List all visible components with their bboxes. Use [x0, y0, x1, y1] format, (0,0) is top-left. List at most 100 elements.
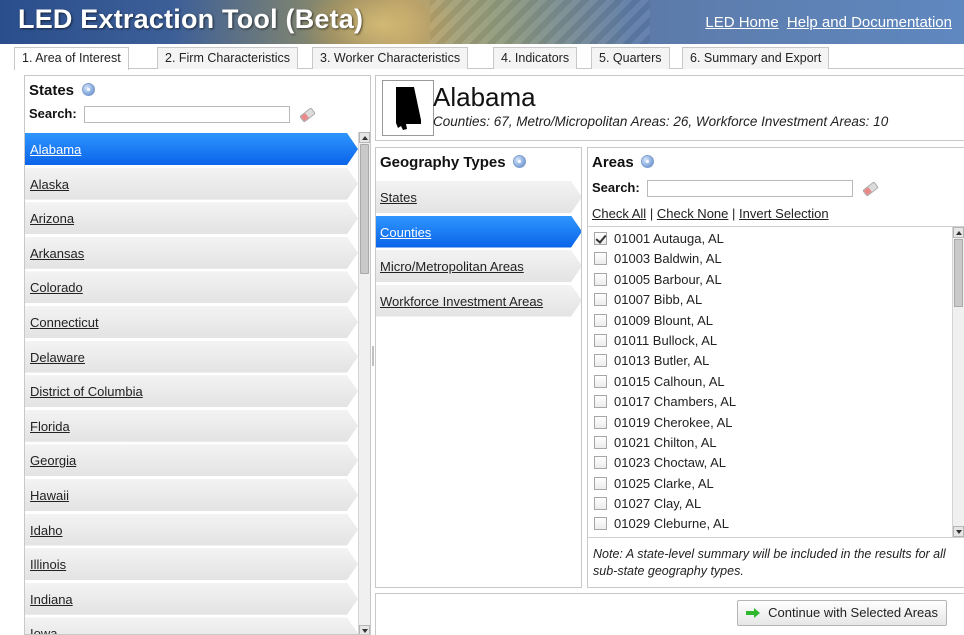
state-item-georgia[interactable]: Georgia [25, 443, 358, 478]
area-checkbox[interactable] [594, 476, 607, 490]
geography-types-list: States Counties Micro/Metropolitan Areas… [376, 180, 581, 319]
areas-title: Areas [592, 154, 634, 171]
states-scrollbar[interactable] [358, 132, 370, 634]
scrollbar-thumb[interactable] [954, 239, 963, 307]
geo-type-label: Micro/Metropolitan Areas [380, 259, 524, 274]
state-item-bg [25, 409, 358, 442]
list-item[interactable]: 01017 Chambers, AL [588, 392, 964, 412]
area-label: 01011 Bullock, AL [614, 332, 718, 348]
areas-panel: Areas Search: Check All | Check None | I… [587, 147, 964, 588]
states-panel-header: States [29, 82, 95, 99]
area-checkbox[interactable] [594, 354, 607, 368]
state-item-delaware[interactable]: Delaware [25, 340, 358, 375]
help-icon[interactable] [81, 83, 95, 96]
area-checkbox[interactable] [594, 435, 607, 449]
list-item[interactable]: 01005 Barbour, AL [588, 270, 964, 290]
list-item[interactable]: 01025 Clarke, AL [588, 474, 964, 494]
state-item-alabama[interactable]: Alabama [25, 132, 358, 167]
state-item-label: Connecticut [30, 314, 99, 330]
list-item[interactable]: 01027 Clay, AL [588, 494, 964, 514]
areas-search-label: Search: [592, 180, 640, 195]
geography-types-title: Geography Types [380, 154, 506, 171]
header-texture-decoration [430, 0, 650, 44]
scroll-up-arrow-icon[interactable] [359, 132, 370, 143]
tab-quarters[interactable]: 5. Quarters [591, 47, 670, 69]
tab-indicators[interactable]: 4. Indicators [493, 47, 578, 69]
state-item-district-of-columbia[interactable]: District of Columbia [25, 374, 358, 409]
tab-area-of-interest[interactable]: 1. Area of Interest [14, 47, 129, 70]
states-panel: States Search: Alabama Alaska Arizona Ar… [24, 75, 371, 635]
tab-worker-characteristics[interactable]: 3. Worker Characteristics [312, 47, 469, 69]
geo-type-counties[interactable]: Counties [376, 215, 581, 250]
state-item-connecticut[interactable]: Connecticut [25, 305, 358, 340]
help-documentation-link[interactable]: Help and Documentation [787, 14, 952, 31]
eraser-icon[interactable] [862, 180, 879, 197]
area-checkbox[interactable] [594, 517, 607, 531]
geo-type-workforce-areas[interactable]: Workforce Investment Areas [376, 284, 581, 319]
state-item-label: Alaska [30, 176, 70, 192]
selected-state-summary: Counties: 67, Metro/Micropolitan Areas: … [433, 114, 889, 129]
list-item[interactable]: 01023 Choctaw, AL [588, 453, 964, 473]
selected-state-name: Alabama [433, 82, 536, 112]
geo-type-metro-areas[interactable]: Micro/Metropolitan Areas [376, 249, 581, 284]
area-checkbox[interactable] [594, 333, 607, 347]
list-item[interactable]: 01019 Cherokee, AL [588, 413, 964, 433]
check-none-link[interactable]: Check None [657, 206, 729, 221]
scroll-down-arrow-icon[interactable] [953, 526, 964, 537]
list-item[interactable]: 01029 Cleburne, AL [588, 514, 964, 534]
tab-firm-characteristics[interactable]: 2. Firm Characteristics [157, 47, 299, 69]
area-label: 01023 Choctaw, AL [614, 455, 727, 471]
geo-type-label: Counties [380, 224, 432, 240]
area-checkbox[interactable] [594, 497, 607, 511]
area-checkbox[interactable] [594, 272, 607, 286]
list-item[interactable]: 01007 Bibb, AL [588, 290, 964, 310]
help-icon[interactable] [641, 155, 655, 168]
state-item-alaska[interactable]: Alaska [25, 167, 358, 202]
list-item[interactable]: 01021 Chilton, AL [588, 433, 964, 453]
state-item-label: Iowa [30, 626, 58, 635]
geo-type-states[interactable]: States [376, 180, 581, 215]
area-checkbox[interactable] [594, 293, 607, 307]
scroll-up-arrow-icon[interactable] [953, 227, 964, 238]
state-item-arkansas[interactable]: Arkansas [25, 236, 358, 271]
eraser-icon[interactable] [299, 106, 316, 123]
tab-summary-export[interactable]: 6. Summary and Export [682, 47, 830, 69]
area-checkbox[interactable] [594, 374, 607, 388]
area-checkbox[interactable] [594, 232, 607, 245]
areas-search-input[interactable] [647, 180, 854, 198]
list-item[interactable]: 01015 Calhoun, AL [588, 372, 964, 392]
states-search-input[interactable] [84, 106, 291, 124]
area-checkbox[interactable] [594, 415, 607, 429]
area-checkbox[interactable] [594, 252, 607, 266]
selected-state-header: Alabama Counties: 67, Metro/Micropolitan… [375, 75, 964, 141]
list-item[interactable]: 01003 Baldwin, AL [588, 249, 964, 269]
continue-button[interactable]: Continue with Selected Areas [737, 600, 947, 626]
area-label: 01015 Calhoun, AL [614, 373, 725, 389]
area-checkbox[interactable] [594, 395, 607, 409]
list-item[interactable]: 01011 Bullock, AL [588, 331, 964, 351]
led-home-link[interactable]: LED Home [705, 14, 778, 31]
state-item-florida[interactable]: Florida [25, 409, 358, 444]
scroll-down-arrow-icon[interactable] [359, 625, 370, 634]
check-all-link[interactable]: Check All [592, 206, 646, 221]
area-checkbox[interactable] [594, 456, 607, 470]
state-item-iowa[interactable]: Iowa [25, 616, 358, 635]
areas-scrollbar[interactable] [952, 227, 964, 537]
state-item-hawaii[interactable]: Hawaii [25, 478, 358, 513]
panel-resize-handle[interactable] [372, 346, 374, 366]
list-item[interactable]: 01013 Butler, AL [588, 351, 964, 371]
invert-selection-link[interactable]: Invert Selection [739, 206, 829, 221]
state-item-arizona[interactable]: Arizona [25, 201, 358, 236]
state-item-illinois[interactable]: Illinois [25, 547, 358, 582]
list-item[interactable]: 01001 Autauga, AL [588, 229, 964, 249]
state-item-colorado[interactable]: Colorado [25, 270, 358, 305]
action-bar: Continue with Selected Areas [375, 593, 964, 635]
scrollbar-thumb[interactable] [360, 144, 369, 274]
area-checkbox[interactable] [594, 313, 607, 327]
help-icon[interactable] [513, 155, 527, 168]
state-item-label: Arkansas [30, 245, 85, 261]
list-item[interactable]: 01009 Blount, AL [588, 311, 964, 331]
state-item-idaho[interactable]: Idaho [25, 513, 358, 548]
state-item-indiana[interactable]: Indiana [25, 582, 358, 617]
area-label: 01009 Blount, AL [614, 312, 714, 328]
